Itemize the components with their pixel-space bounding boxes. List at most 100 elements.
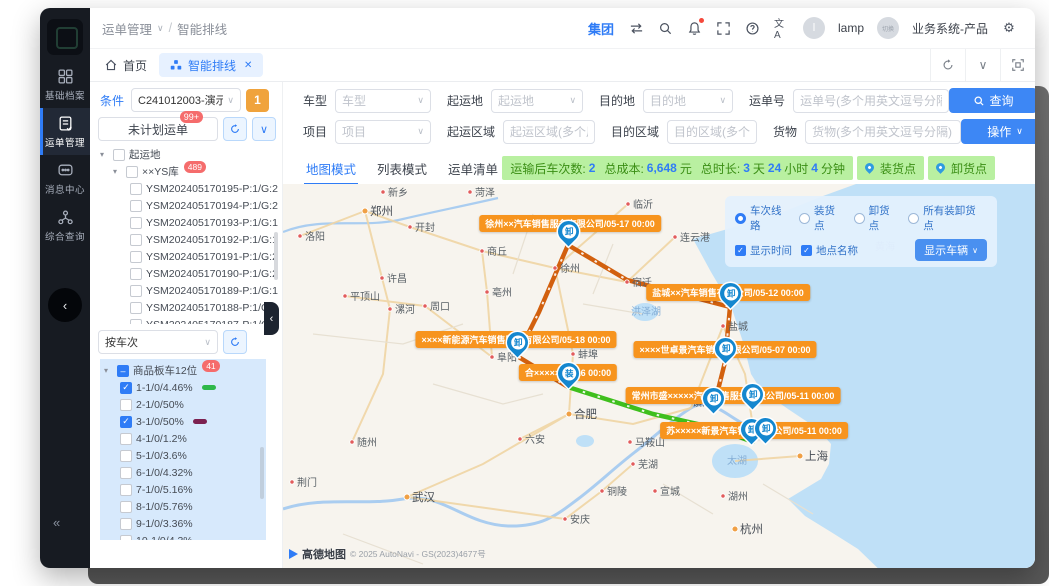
vehicle-root-row[interactable]: ▾–商品板车12位41 (104, 362, 266, 379)
sidebar-collapse-button[interactable]: ‹ (48, 288, 82, 322)
trip-row[interactable]: 6-1/0/4.32% (104, 464, 266, 481)
trip-row[interactable]: 8-1/0/5.76% (104, 498, 266, 515)
vehicle-type-select[interactable]: 车型∨ (335, 89, 431, 113)
sidebar-item-运单管理[interactable]: 运单管理 (40, 108, 90, 155)
legend-radio-装货点[interactable]: 装货点 (799, 203, 841, 233)
radio-icon[interactable] (854, 213, 865, 224)
legend-radio-卸货点[interactable]: 卸货点 (854, 203, 896, 233)
mode-tab-列表模式[interactable]: 列表模式 (375, 152, 429, 185)
origin-area-input[interactable]: 起运区域(多个用英文 (503, 120, 595, 144)
expand-filter-button[interactable]: ∨ (252, 117, 276, 141)
group-switcher[interactable]: 集团 (588, 19, 614, 38)
legend-check-显示时间[interactable]: ✓显示时间 (735, 243, 792, 258)
search-button[interactable]: 查询 (949, 88, 1035, 113)
trip-row[interactable]: ✓1-1/0/4.46% (104, 379, 266, 396)
waybill-row[interactable]: YSM202405170188-P:1/G:165 (100, 299, 278, 316)
close-icon[interactable]: ✕ (244, 60, 252, 71)
chevron-down-icon[interactable]: ∨ (965, 49, 1000, 81)
project-select[interactable]: 项目∨ (335, 120, 431, 144)
swap-icon[interactable] (629, 20, 645, 36)
legend-radio-车次线路[interactable]: 车次线路 (735, 203, 786, 233)
caret-icon[interactable]: ▾ (104, 366, 113, 375)
user-avatar[interactable]: l (803, 17, 825, 39)
load-point-legend[interactable]: 装货点 (857, 156, 924, 180)
translate-icon[interactable]: 文A (774, 20, 790, 36)
caret-icon[interactable]: ▾ (100, 150, 109, 159)
map-canvas[interactable]: 黄海 新乡郑州开封洛阳菏泽商丘许昌平顶山漯河周口亳州临沂连云港徐州宿迁盐城阜阳蚌… (283, 184, 1035, 568)
refresh-vehicles-button[interactable] (223, 330, 247, 354)
waybill-row[interactable]: YSM202405170189-P:1/G:175 (100, 282, 278, 299)
checkbox[interactable]: ✓ (120, 382, 132, 394)
waybill-row[interactable]: YSM202405170193-P:1/G:165 (100, 214, 278, 231)
checkbox[interactable] (120, 433, 132, 445)
caret-icon[interactable]: ▾ (113, 167, 122, 176)
sidebar-item-基础档案[interactable]: 基础档案 (40, 61, 90, 108)
tab-home[interactable]: 首页 (104, 57, 147, 74)
sidebar-item-综合查询[interactable]: 综合查询 (40, 202, 90, 249)
scrollbar[interactable] (260, 447, 264, 499)
checkbox[interactable] (130, 319, 142, 325)
checkbox-icon[interactable]: ✓ (735, 245, 746, 256)
checkbox[interactable] (130, 268, 142, 280)
origin-select[interactable]: 起运地∨ (491, 89, 583, 113)
map-pin-unload[interactable]: 卸 (710, 334, 740, 364)
waybill-no-input[interactable]: 运单号(多个用英文逗号分隔) (793, 89, 949, 113)
sidebar-collapse-bottom[interactable]: « (53, 515, 59, 530)
radio-icon[interactable] (735, 213, 746, 224)
checkbox[interactable] (126, 166, 138, 178)
switch-avatar[interactable]: 切换 (877, 17, 899, 39)
trip-row[interactable]: 4-1/0/1.2% (104, 430, 266, 447)
breadcrumb-section[interactable]: 运单管理 (102, 19, 152, 38)
mode-tab-地图模式[interactable]: 地图模式 (304, 152, 358, 185)
scrollbar[interactable] (274, 232, 278, 280)
show-vehicles-button[interactable]: 显示车辆∨ (915, 239, 987, 261)
trip-row[interactable]: 9-1/0/3.36% (104, 515, 266, 532)
frame-icon[interactable] (1000, 49, 1035, 81)
destination-select[interactable]: 目的地∨ (643, 89, 733, 113)
condition-count-badge[interactable]: 1 (246, 89, 269, 112)
radio-icon[interactable] (908, 213, 919, 224)
group-by-select[interactable]: 按车次∨ (98, 330, 218, 354)
gear-icon[interactable]: ⚙ (1001, 20, 1017, 36)
checkbox[interactable] (130, 251, 142, 263)
checkbox[interactable] (130, 183, 142, 195)
checkbox[interactable] (130, 302, 142, 314)
cargo-input[interactable]: 货物(多个用英文逗号分隔) (805, 120, 961, 144)
checkbox[interactable] (130, 285, 142, 297)
waybill-row[interactable]: YSM202405170194-P:1/G:210 (100, 197, 278, 214)
dest-area-input[interactable]: 目的区域(多个用英文 (667, 120, 757, 144)
trip-row[interactable]: 5-1/0/3.6% (104, 447, 266, 464)
unload-point-legend[interactable]: 卸货点 (928, 156, 995, 180)
checkbox[interactable] (113, 149, 125, 161)
help-icon[interactable] (745, 20, 761, 36)
fullscreen-icon[interactable] (716, 20, 732, 36)
checkbox[interactable] (130, 217, 142, 229)
checkbox[interactable] (120, 501, 132, 513)
legend-check-地点名称[interactable]: ✓地点名称 (801, 243, 858, 258)
mode-tab-运单清单[interactable]: 运单清单 (446, 152, 500, 185)
condition-select[interactable]: C241012003-演示2∨ (131, 88, 241, 112)
checkbox[interactable] (120, 535, 132, 541)
checkbox[interactable] (120, 399, 132, 411)
tab-smart-routing[interactable]: 智能排线 ✕ (159, 53, 263, 77)
refresh-icon[interactable] (930, 49, 965, 81)
trip-row[interactable]: 10-1/0/4.3% (104, 532, 266, 540)
checkbox[interactable]: ✓ (120, 416, 132, 428)
trip-row[interactable]: 2-1/0/50% (104, 396, 266, 413)
waybill-row[interactable]: YSM202405170192-P:1/G:175 (100, 231, 278, 248)
checkbox-icon[interactable]: ✓ (801, 245, 812, 256)
sidebar-item-消息中心[interactable]: 消息中心 (40, 155, 90, 202)
search-icon[interactable] (658, 20, 674, 36)
legend-radio-所有装卸货点[interactable]: 所有装卸货点 (908, 203, 978, 233)
map-pin-unload[interactable]: 卸 (737, 380, 767, 410)
refresh-button[interactable] (223, 117, 247, 141)
trip-row[interactable]: ✓3-1/0/50% (104, 413, 266, 430)
waybill-row[interactable]: YSM202405170195-P:1/G:210 (100, 180, 278, 197)
system-name[interactable]: 业务系统-产品 (912, 20, 988, 37)
waybill-row[interactable]: YSM202405170191-P:1/G:210 (100, 248, 278, 265)
tree-row-warehouse[interactable]: ▾××YS库489 (100, 163, 278, 180)
checkbox[interactable] (120, 518, 132, 530)
action-button[interactable]: 操作∨ (961, 119, 1035, 144)
radio-icon[interactable] (799, 213, 810, 224)
bell-icon[interactable] (687, 20, 703, 36)
